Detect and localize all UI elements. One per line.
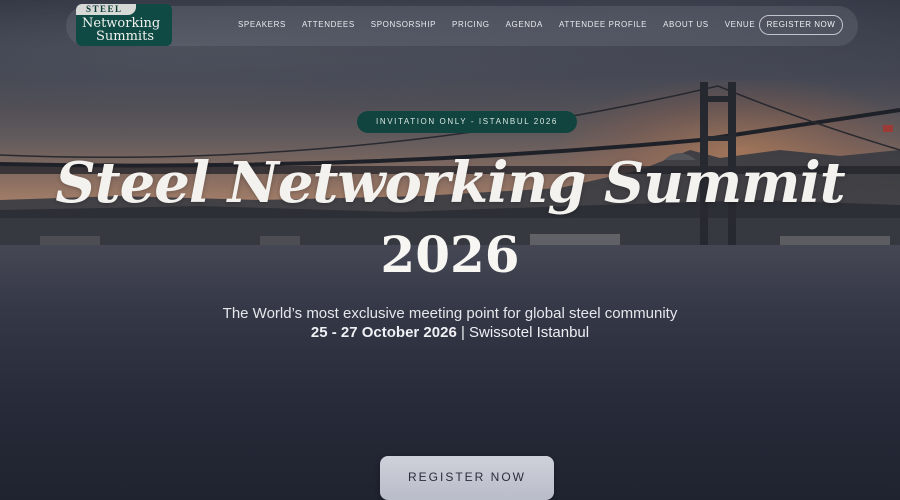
- nav-link-agenda[interactable]: AGENDA: [506, 18, 543, 32]
- event-dates: 25 - 27 October 2026: [310, 324, 457, 341]
- hero-title: Steel Networking Summit: [55, 150, 845, 216]
- register-now-button[interactable]: REGISTER NOW: [380, 456, 554, 500]
- invitation-badge: INVITATION ONLY - ISTANBUL 2026: [357, 111, 577, 133]
- hero-tagline: The World’s most exclusive meeting point…: [222, 305, 678, 322]
- logo-steel-text: STEEL: [86, 4, 123, 14]
- nav-links: SPEAKERS ATTENDEES SPONSORSHIP PRICING A…: [238, 18, 771, 32]
- event-details: 25 - 27 October 2026 | Swissotel Istanbu…: [0, 324, 900, 342]
- nav-link-speakers[interactable]: SPEAKERS: [238, 18, 286, 32]
- hero-year: 2026: [380, 225, 520, 284]
- nav-link-pricing[interactable]: PRICING: [452, 18, 490, 32]
- nav-register-button[interactable]: REGISTER NOW: [759, 15, 843, 35]
- nav-link-sponsorship[interactable]: SPONSORSHIP: [371, 18, 436, 32]
- event-venue: Swissotel Istanbul: [469, 324, 590, 341]
- nav-link-about-us[interactable]: ABOUT US: [663, 18, 709, 32]
- nav-link-attendees[interactable]: ATTENDEES: [302, 18, 355, 32]
- nav-link-attendee-profile[interactable]: ATTENDEE PROFILE: [559, 18, 647, 32]
- event-separator: |: [460, 324, 465, 341]
- nav-link-venue[interactable]: VENUE: [725, 18, 756, 32]
- logo-summits-text: Summits: [96, 29, 154, 44]
